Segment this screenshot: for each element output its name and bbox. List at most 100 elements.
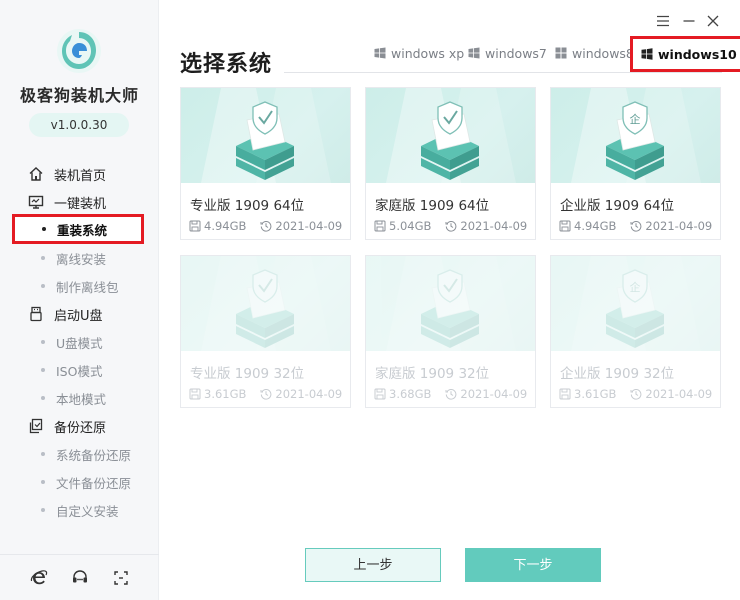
tab-windows-xp[interactable]: windows xp	[374, 42, 464, 64]
ie-browser-icon[interactable]	[30, 569, 48, 587]
sidebar-item-custom-install[interactable]: 自定义安装	[0, 496, 159, 524]
tab-windows-10[interactable]: windows10	[630, 36, 740, 72]
sidebar-item-reinstall[interactable]: 重装系统	[12, 214, 144, 244]
disk-icon	[559, 220, 571, 232]
history-clock-icon	[260, 388, 272, 400]
tab-label: windows10	[658, 46, 737, 62]
system-card[interactable]: 家庭版 1909 64位 5.04GB 2021-04-09	[365, 87, 536, 240]
sidebar-item-label: 备份还原	[54, 420, 107, 436]
system-release-date: 2021-04-09	[460, 219, 528, 233]
system-card-meta: 3.61GB 2021-04-09	[559, 387, 712, 401]
bullet-dot	[41, 508, 45, 512]
header-divider	[284, 72, 722, 73]
system-card-image: 企	[551, 256, 720, 351]
windows-logo-icon	[555, 47, 567, 59]
version-badge: v1.0.0.30	[29, 113, 129, 137]
system-card-meta: 5.04GB 2021-04-09	[374, 219, 527, 233]
menu-icon[interactable]	[654, 12, 672, 30]
bullet-dot	[41, 452, 45, 456]
sidebar-item-home[interactable]: 装机首页	[0, 160, 159, 188]
tab-label: windows8	[572, 45, 634, 61]
system-card[interactable]: 专业版 1909 32位 3.61GB 2021-04-09	[180, 255, 351, 408]
system-edition-name: 家庭版 1909 32位	[375, 366, 490, 382]
page-title: 选择系统	[180, 52, 273, 77]
sidebar-item-label: 离线安装	[56, 251, 107, 267]
sidebar-item-label: 装机首页	[54, 168, 107, 184]
system-card-image: 企	[551, 88, 720, 183]
sidebar-item-make-offline-package[interactable]: 制作离线包	[0, 272, 159, 300]
close-icon[interactable]	[704, 12, 722, 30]
sidebar: 极客狗装机大师 v1.0.0.30 装机首页 一键装机 重装系统 离线安装 制作…	[0, 0, 159, 600]
backup-icon	[28, 418, 44, 434]
fullscreen-icon[interactable]	[112, 569, 130, 587]
bullet-dot	[41, 368, 45, 372]
bullet-dot	[41, 396, 45, 400]
system-edition-name: 专业版 1909 64位	[190, 198, 305, 214]
sidebar-item-iso-mode[interactable]: ISO模式	[0, 356, 159, 384]
windows-logo-icon	[641, 48, 653, 60]
disk-icon	[374, 220, 386, 232]
sidebar-item-offline-install[interactable]: 离线安装	[0, 244, 159, 272]
sidebar-item-usb-mode[interactable]: U盘模式	[0, 328, 159, 356]
disk-icon	[189, 220, 201, 232]
sidebar-item-label: 一键装机	[54, 196, 107, 212]
bullet-dot	[41, 340, 45, 344]
sidebar-item-one-click[interactable]: 一键装机	[0, 188, 159, 216]
system-card[interactable]: 企 企业版 1909 64位 4.94GB 2021-04-09	[550, 87, 721, 240]
sidebar-item-file-backup[interactable]: 文件备份还原	[0, 468, 159, 496]
sidebar-item-boot-usb[interactable]: 启动U盘	[0, 300, 159, 328]
system-release-date: 2021-04-09	[645, 387, 713, 401]
system-card[interactable]: 家庭版 1909 32位 3.68GB 2021-04-09	[365, 255, 536, 408]
system-file-size: 3.68GB	[389, 387, 432, 401]
tab-windows-8[interactable]: windows8	[555, 42, 634, 64]
history-clock-icon	[630, 388, 642, 400]
tab-windows-7[interactable]: windows7	[468, 42, 547, 64]
system-file-size: 5.04GB	[389, 219, 432, 233]
sidebar-item-label: 自定义安装	[56, 503, 119, 519]
system-edition-name: 专业版 1909 32位	[190, 366, 305, 382]
monitor-icon	[28, 194, 44, 210]
app-logo-icon	[56, 28, 102, 74]
tab-label: windows xp	[391, 45, 465, 61]
system-card[interactable]: 专业版 1909 64位 4.94GB 2021-04-09	[180, 87, 351, 240]
system-release-date: 2021-04-09	[275, 387, 343, 401]
system-card-image	[181, 256, 350, 351]
windows-logo-icon	[468, 47, 480, 59]
bullet-dot	[41, 256, 45, 260]
system-card-image	[181, 88, 350, 183]
sidebar-footer	[0, 554, 159, 600]
sidebar-item-label: U盘模式	[56, 335, 103, 351]
system-file-size: 4.94GB	[204, 219, 247, 233]
disk-icon	[189, 388, 201, 400]
windows-logo-icon	[374, 47, 386, 59]
system-card-meta: 4.94GB 2021-04-09	[559, 219, 712, 233]
system-release-date: 2021-04-09	[460, 387, 528, 401]
history-clock-icon	[445, 388, 457, 400]
history-clock-icon	[445, 220, 457, 232]
app-name: 极客狗装机大师	[19, 86, 139, 105]
next-step-button[interactable]: 下一步	[465, 548, 601, 582]
minimize-icon[interactable]	[680, 12, 698, 30]
bullet-dot	[41, 480, 45, 484]
tab-label: windows7	[485, 45, 547, 61]
bullet-dot	[41, 284, 45, 288]
support-chat-icon[interactable]	[71, 569, 89, 587]
history-clock-icon	[630, 220, 642, 232]
sidebar-item-label: 重装系统	[57, 222, 108, 238]
system-edition-name: 企业版 1909 32位	[560, 366, 675, 382]
sidebar-item-backup-restore[interactable]: 备份还原	[0, 412, 159, 440]
sidebar-item-label: 系统备份还原	[56, 447, 132, 463]
system-card-meta: 3.61GB 2021-04-09	[189, 387, 342, 401]
system-file-size: 3.61GB	[574, 387, 617, 401]
system-card-meta: 3.68GB 2021-04-09	[374, 387, 527, 401]
sidebar-item-system-backup[interactable]: 系统备份还原	[0, 440, 159, 468]
bullet-dot	[42, 227, 46, 231]
system-edition-name: 企业版 1909 64位	[560, 198, 675, 214]
system-card[interactable]: 企 企业版 1909 32位 3.61GB 2021-04-09	[550, 255, 721, 408]
system-card-image	[366, 88, 535, 183]
sidebar-item-label: 文件备份还原	[56, 475, 132, 491]
system-card-image	[366, 256, 535, 351]
history-clock-icon	[260, 220, 272, 232]
sidebar-item-local-mode[interactable]: 本地模式	[0, 384, 159, 412]
previous-step-button[interactable]: 上一步	[305, 548, 441, 582]
